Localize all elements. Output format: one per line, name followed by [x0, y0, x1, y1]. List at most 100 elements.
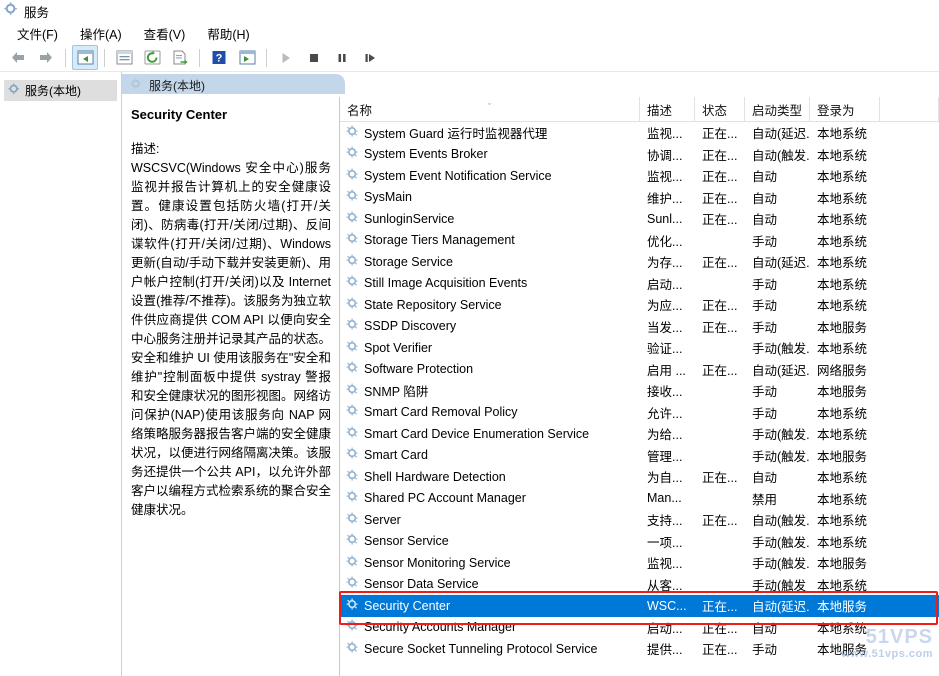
service-gear-icon — [346, 318, 359, 334]
service-row[interactable]: Storage Service 为存... 正在... 自动(延迟... 本地系统 — [340, 251, 939, 273]
service-row[interactable]: Smart Card Device Enumeration Service 为给.… — [340, 423, 939, 445]
menu-action[interactable]: 操作(A) — [69, 22, 133, 45]
service-name-label: Storage Tiers Management — [364, 233, 515, 248]
service-row[interactable]: SysMain 维护... 正在... 自动 本地系统 — [340, 187, 939, 209]
service-gear-icon — [346, 275, 359, 291]
service-gear-icon — [346, 533, 359, 549]
service-startup-type-cell: 手动(触发... — [752, 428, 810, 443]
stop-service-icon[interactable] — [301, 45, 327, 70]
service-name-cell: Smart Card — [340, 447, 640, 463]
service-name-label: Sensor Data Service — [364, 577, 479, 592]
service-status-cell: 正在... — [702, 600, 738, 615]
service-description-cell: WSC... — [647, 598, 687, 613]
service-log-on-as-cell: 本地系统 — [817, 578, 868, 593]
service-row[interactable]: SSDP Discovery 当发... 正在... 手动 本地服务 — [340, 316, 939, 338]
service-log-on-as-cell: 本地服务 — [817, 643, 868, 658]
title-bar: 服务 — [0, 0, 939, 22]
service-row[interactable]: System Event Notification Service 监视... 正在… — [340, 165, 939, 187]
service-description-cell: 支持... — [647, 514, 683, 529]
show-hide-tree-icon[interactable] — [72, 45, 98, 70]
service-log-on-as-cell: 本地系统 — [817, 213, 868, 228]
service-name-cell: Secure Socket Tunneling Protocol Service — [340, 641, 640, 657]
service-name-cell: System Guard 运行时监视器代理 — [340, 123, 640, 142]
start-service-icon[interactable] — [273, 45, 299, 70]
service-name-label: SSDP Discovery — [364, 319, 457, 334]
service-description-cell: 启动... — [647, 621, 683, 636]
service-row[interactable]: Server 支持... 正在... 自动(触发... 本地系统 — [340, 509, 939, 531]
service-gear-icon — [346, 447, 359, 463]
column-header-status[interactable]: 状态 — [695, 97, 745, 121]
service-row[interactable]: Sensor Data Service 从客... 手动(触发 本地系统 — [340, 574, 939, 596]
refresh-icon[interactable] — [139, 45, 165, 70]
service-row[interactable]: Software Protection 启用 ... 正在... 自动(延迟... 网络… — [340, 359, 939, 381]
menu-help[interactable]: 帮助(H) — [196, 22, 260, 45]
service-row[interactable]: SunloginService Sunl... 正在... 自动 本地系统 — [340, 208, 939, 230]
service-gear-icon — [346, 297, 359, 313]
service-row[interactable]: Security Center WSC... 正在... 自动(延迟... 本地服务 — [340, 595, 939, 617]
service-row[interactable]: State Repository Service 为应... 正在... 手动 本地系统 — [340, 294, 939, 316]
service-row[interactable]: Smart Card 管理... 手动(触发... 本地服务 — [340, 445, 939, 467]
service-name-label: Smart Card Removal Policy — [364, 405, 518, 420]
service-status-cell: 正在... — [702, 643, 738, 658]
service-name-cell: SunloginService — [340, 211, 640, 227]
service-row[interactable]: Sensor Service 一项... 手动(触发... 本地系统 — [340, 531, 939, 553]
back-icon[interactable] — [5, 45, 31, 70]
service-name-cell: Storage Service — [340, 254, 640, 270]
service-row[interactable]: Smart Card Removal Policy 允许... 手动 本地系统 — [340, 402, 939, 424]
column-header-label: 描述 — [647, 103, 673, 118]
service-description-cell: 优化... — [647, 234, 683, 249]
service-description-cell: 一项... — [647, 535, 683, 550]
service-row[interactable]: Security Accounts Manager 启动... 正在... 自动 本地系… — [340, 617, 939, 639]
service-startup-type-cell: 手动 — [752, 406, 778, 421]
show-hide-action-pane-icon[interactable] — [234, 45, 260, 70]
column-header-startup-type[interactable]: 启动类型 — [745, 97, 810, 121]
service-status-cell: 正在... — [702, 514, 738, 529]
service-name-cell: Spot Verifier — [340, 340, 640, 356]
column-header-name[interactable]: 名称 ⌄ — [340, 97, 640, 121]
column-header-label: 状态 — [702, 103, 728, 118]
service-details-pane: Security Center 描述: WSCSVC(Windows 安全中心)… — [122, 97, 340, 676]
service-name-cell: SNMP 陷阱 — [340, 381, 640, 400]
service-log-on-as-cell: 本地服务 — [817, 557, 868, 572]
service-row[interactable]: Shell Hardware Detection 为自... 正在... 自动 本地系统 — [340, 466, 939, 488]
tab-strip: 服务(本地) — [122, 72, 939, 97]
service-log-on-as-cell: 本地系统 — [817, 471, 868, 486]
service-row[interactable]: System Events Broker 协调... 正在... 自动(触发... 本地… — [340, 144, 939, 166]
service-row[interactable]: Secure Socket Tunneling Protocol Service… — [340, 638, 939, 660]
menu-view[interactable]: 查看(V) — [133, 22, 197, 45]
service-startup-type-cell: 手动 — [752, 299, 778, 314]
service-status-cell: 正在... — [702, 127, 738, 142]
service-log-on-as-cell: 本地服务 — [817, 320, 868, 335]
service-name-label: Software Protection — [364, 362, 474, 377]
tree-item-services-local[interactable]: 服务(本地) — [4, 80, 117, 101]
properties-icon[interactable] — [111, 45, 137, 70]
service-description-cell: 为应... — [647, 299, 683, 314]
service-row[interactable]: Storage Tiers Management 优化... 手动 本地系统 — [340, 230, 939, 252]
column-header-description[interactable]: 描述 — [640, 97, 695, 121]
service-row[interactable]: Shared PC Account Manager Man... 禁用 本地系统 — [340, 488, 939, 510]
main-area: 服务(本地) 服务(本地) Security Center 描述: WSCSVC… — [0, 72, 939, 676]
forward-icon[interactable] — [33, 45, 59, 70]
service-status-cell: 正在... — [702, 299, 738, 314]
service-startup-type-cell: 手动(触发... — [752, 557, 810, 572]
service-row[interactable]: System Guard 运行时监视器代理 监视... 正在... 自动(延迟... 本… — [340, 122, 939, 144]
service-description-cell: 接收... — [647, 385, 683, 400]
service-status-cell: 正在... — [702, 256, 738, 271]
help-icon[interactable]: ? — [206, 45, 232, 70]
service-name-cell: Shell Hardware Detection — [340, 469, 640, 485]
service-name-label: Smart Card — [364, 448, 428, 463]
restart-service-icon[interactable] — [357, 45, 383, 70]
service-gear-icon — [346, 254, 359, 270]
service-name-label: Sensor Service — [364, 534, 449, 549]
menu-file[interactable]: 文件(F) — [6, 22, 69, 45]
service-row[interactable]: Spot Verifier 验证... 手动(触发... 本地系统 — [340, 337, 939, 359]
service-name-cell: Software Protection — [340, 361, 640, 377]
export-list-icon[interactable] — [167, 45, 193, 70]
service-row[interactable]: Still Image Acquisition Events 启动... 手动 本地系… — [340, 273, 939, 295]
column-header-filler — [880, 97, 939, 121]
column-header-log-on-as[interactable]: 登录为 — [810, 97, 880, 121]
pause-service-icon[interactable] — [329, 45, 355, 70]
service-name-label: Shell Hardware Detection — [364, 469, 506, 484]
service-row[interactable]: SNMP 陷阱 接收... 手动 本地服务 — [340, 380, 939, 402]
service-row[interactable]: Sensor Monitoring Service 监视... 手动(触发... 本地… — [340, 552, 939, 574]
